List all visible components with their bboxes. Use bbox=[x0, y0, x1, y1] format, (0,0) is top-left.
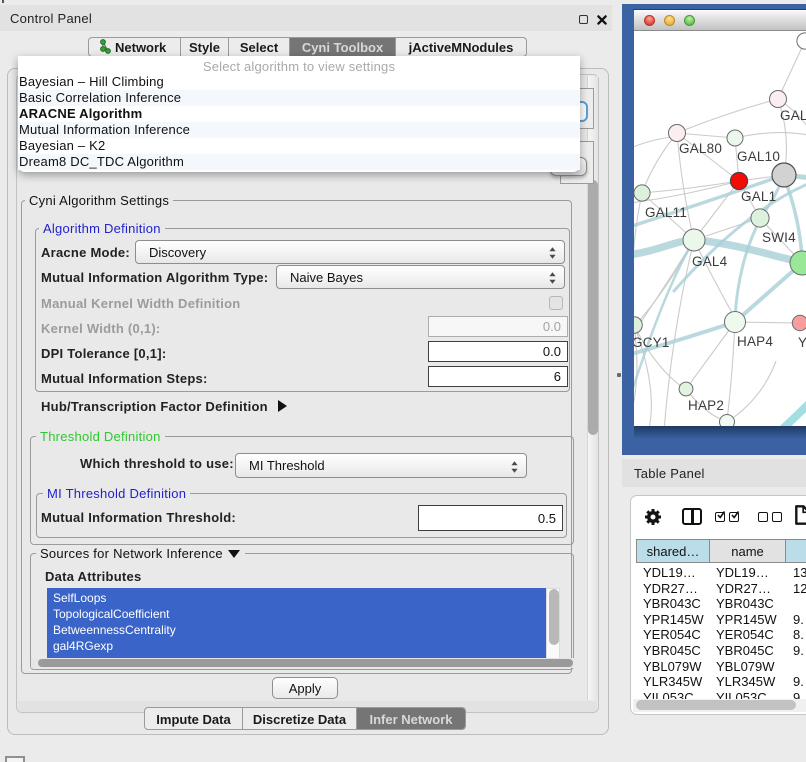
svg-text:GAL1: GAL1 bbox=[741, 189, 776, 204]
svg-text:HAP4: HAP4 bbox=[737, 334, 773, 349]
svg-text:GAL10: GAL10 bbox=[737, 149, 780, 164]
svg-text:GAL11: GAL11 bbox=[645, 205, 687, 220]
svg-text:HAP2: HAP2 bbox=[688, 398, 724, 413]
svg-text:GAL80: GAL80 bbox=[679, 141, 722, 156]
svg-text:GAL: GAL bbox=[780, 108, 806, 123]
svg-text:SWI4: SWI4 bbox=[762, 230, 796, 245]
svg-text:GAL4: GAL4 bbox=[692, 254, 728, 269]
svg-text:Y: Y bbox=[798, 335, 806, 350]
svg-text:GCY1: GCY1 bbox=[634, 335, 670, 350]
